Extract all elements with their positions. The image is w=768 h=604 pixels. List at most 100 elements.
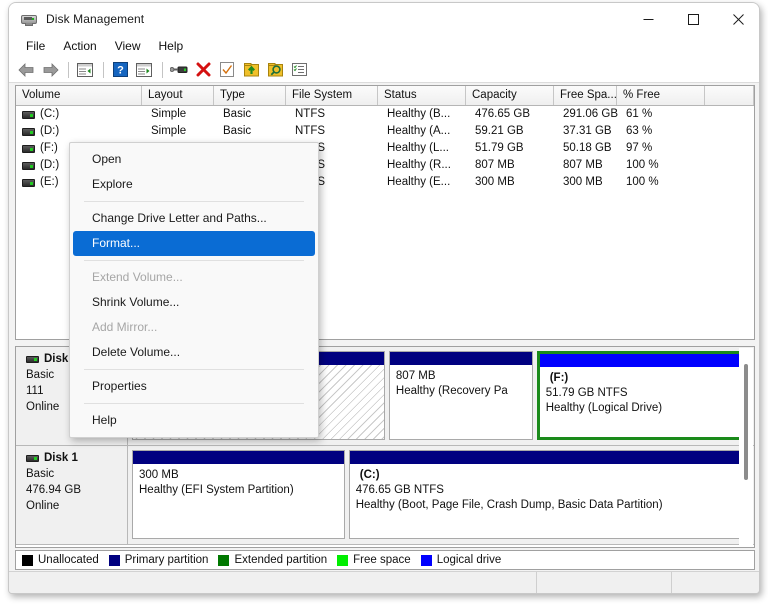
context-menu-item-properties[interactable]: Properties	[70, 374, 318, 399]
cell-status: Healthy (E...	[387, 176, 451, 188]
toolbar-separator	[68, 61, 69, 78]
legend-item-extended-partition: Extended partition	[218, 554, 327, 566]
column-header-free-space[interactable]: Free Spa...	[554, 86, 617, 105]
disk-icon	[26, 454, 39, 462]
volume-list-header: Volume Layout Type File System Status Ca…	[16, 86, 754, 106]
disk-type: Basic	[26, 468, 55, 480]
legend-item-free-space: Free space	[337, 554, 411, 566]
menu-bar: File Action View Help	[9, 35, 759, 57]
cell-percent-free: 100 %	[626, 159, 659, 171]
context-menu-separator	[84, 369, 304, 370]
toolbar-separator	[103, 61, 104, 78]
help-icon[interactable]: ?	[109, 59, 131, 81]
column-header-layout[interactable]: Layout	[142, 86, 214, 105]
partition-label: (C:)	[359, 469, 380, 481]
partition-block-selected[interactable]: (F:) 51.79 GB NTFS Healthy (Logical Driv…	[536, 351, 750, 440]
partition-block[interactable]: (C:) 476.65 GB NTFS Healthy (Boot, Page …	[348, 450, 750, 539]
minimize-button[interactable]	[626, 3, 671, 35]
status-pane-1	[9, 572, 537, 593]
column-header-percent-free[interactable]: % Free	[617, 86, 705, 105]
table-row[interactable]: (C:) Simple Basic NTFS Healthy (B... 476…	[16, 106, 754, 123]
legend-label: Free space	[353, 554, 411, 566]
menu-action[interactable]: Action	[55, 37, 104, 55]
context-menu-item-open[interactable]: Open	[70, 147, 318, 172]
cell-percent-free: 63 %	[626, 125, 653, 137]
column-header-file-system[interactable]: File System	[286, 86, 378, 105]
context-menu-separator	[84, 403, 304, 404]
status-bar	[9, 571, 759, 593]
context-menu-item-format[interactable]: Format...	[73, 231, 315, 256]
context-menu-item-shrink-volume[interactable]: Shrink Volume...	[70, 290, 318, 315]
disk-management-window: Disk Management File Action View Help ? …	[8, 2, 760, 594]
disk-size: 476.94 GB	[26, 484, 81, 496]
partition-details: 300 MB Healthy (EFI System Partition)	[133, 464, 344, 538]
partition-block[interactable]: 300 MB Healthy (EFI System Partition)	[132, 450, 345, 539]
maximize-button[interactable]	[671, 3, 716, 35]
column-header-volume[interactable]: Volume	[16, 86, 142, 105]
cell-layout: Simple	[151, 125, 187, 137]
cell-type: Basic	[223, 108, 252, 120]
search-icon[interactable]	[264, 59, 286, 81]
table-row[interactable]: (D:) Simple Basic NTFS Healthy (A... 59.…	[16, 123, 754, 140]
partition-status: Healthy (Boot, Page File, Crash Dump, Ba…	[355, 499, 663, 511]
legend-item-primary-partition: Primary partition	[108, 554, 209, 566]
cell-status: Healthy (R...	[387, 159, 451, 171]
disk-row-1[interactable]: Disk 1 Basic 476.94 GB Online 300 MB Hea…	[16, 446, 754, 545]
menu-file[interactable]: File	[18, 37, 53, 55]
graphical-view-scrollbar[interactable]	[739, 348, 753, 547]
cell-free-space: 37.31 GB	[563, 125, 612, 137]
close-button[interactable]	[716, 3, 759, 35]
partition-color-bar	[539, 354, 747, 367]
cell-file-system: NTFS	[295, 108, 326, 120]
partition-color-bar	[133, 451, 344, 464]
delete-icon[interactable]	[192, 59, 214, 81]
partition-block[interactable]: 807 MB Healthy (Recovery Pa	[388, 351, 533, 440]
window-title: Disk Management	[46, 12, 145, 26]
column-header-capacity[interactable]: Capacity	[466, 86, 554, 105]
context-menu-item-extend-volume: Extend Volume...	[92, 270, 183, 284]
context-menu-item-explore[interactable]: Explore	[70, 172, 318, 197]
cell-file-system: NTFS	[295, 125, 326, 137]
legend-bar: Unallocated Primary partition Extended p…	[15, 550, 755, 570]
forward-icon[interactable]	[39, 59, 61, 81]
legend-swatch	[218, 554, 230, 566]
context-menu-separator	[84, 260, 304, 261]
export-list-icon[interactable]	[240, 59, 262, 81]
column-header-type[interactable]: Type	[214, 86, 286, 105]
column-header-status[interactable]: Status	[378, 86, 466, 105]
scrollbar-thumb[interactable]	[744, 364, 748, 480]
column-header-filler	[705, 86, 754, 105]
rescan-disks-icon[interactable]	[168, 59, 190, 81]
cell-capacity: 59.21 GB	[475, 125, 524, 137]
partition-size: 476.65 GB NTFS	[355, 484, 444, 496]
partition-details: 807 MB Healthy (Recovery Pa	[389, 365, 532, 439]
legend-swatch	[337, 554, 349, 566]
menu-help[interactable]: Help	[151, 37, 192, 55]
legend-item-logical-drive: Logical drive	[420, 554, 501, 566]
context-menu-item-delete-volume[interactable]: Delete Volume...	[70, 340, 318, 365]
options-icon[interactable]	[288, 59, 310, 81]
context-menu-item-change-drive-letter-and-paths[interactable]: Change Drive Letter and Paths...	[70, 206, 318, 231]
toolbar-separator	[162, 61, 163, 78]
menu-view[interactable]: View	[107, 37, 149, 55]
cell-percent-free: 97 %	[626, 142, 653, 154]
context-menu-separator	[84, 201, 304, 202]
partition-color-bar	[349, 451, 749, 464]
cell-free-space: 50.18 GB	[563, 142, 612, 154]
volume-icon	[22, 144, 35, 153]
context-menu-item-help[interactable]: Help	[70, 408, 318, 433]
cell-free-space: 300 MB	[563, 176, 603, 188]
cell-status: Healthy (A...	[387, 125, 451, 137]
cell-type: Basic	[223, 125, 252, 137]
properties-window-icon[interactable]	[133, 59, 155, 81]
disk-info-1[interactable]: Disk 1 Basic 476.94 GB Online	[16, 446, 128, 544]
svg-text:?: ?	[117, 65, 124, 77]
back-icon[interactable]	[15, 59, 37, 81]
show-hide-tree-icon[interactable]	[74, 59, 96, 81]
legend-label: Primary partition	[124, 554, 209, 566]
cell-volume: (C:)	[40, 108, 60, 120]
partition-status: Healthy (Logical Drive)	[545, 402, 663, 414]
context-menu[interactable]: Open Explore Change Drive Letter and Pat…	[69, 142, 319, 438]
check-icon[interactable]	[216, 59, 238, 81]
legend-swatch	[108, 554, 120, 566]
